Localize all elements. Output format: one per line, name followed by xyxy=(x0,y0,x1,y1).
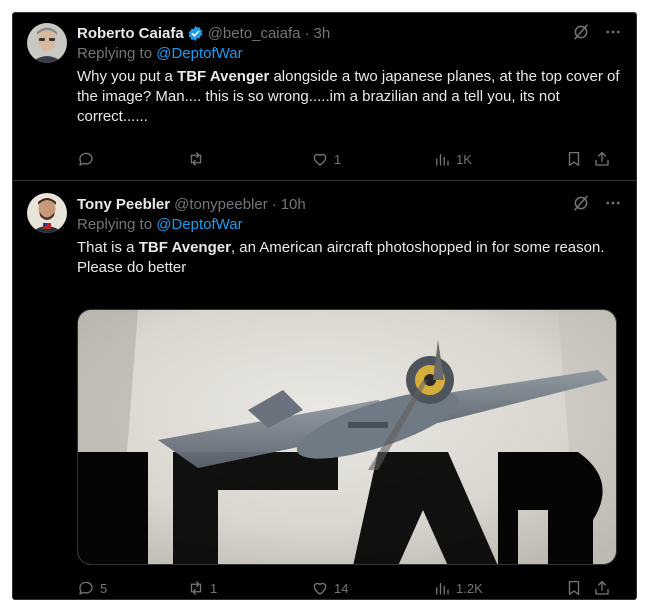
mention-link[interactable]: @DeptofWar xyxy=(156,216,242,233)
separator: · xyxy=(271,195,277,213)
heart-icon xyxy=(311,579,329,597)
heart-icon xyxy=(311,150,329,168)
author-name[interactable]: Tony Peebler xyxy=(77,196,170,213)
replying-prefix: Replying to xyxy=(77,45,153,62)
text-part: Why you put a xyxy=(77,68,178,85)
bookmark-icon xyxy=(565,579,583,597)
repost-count: 1 xyxy=(210,580,218,596)
tweet-text: That is a TBF Avenger, an American aircr… xyxy=(77,238,622,278)
share-icon xyxy=(593,150,611,168)
grok-icon[interactable] xyxy=(572,23,590,41)
avatar[interactable] xyxy=(27,193,67,233)
views-button[interactable]: 1.2K xyxy=(433,579,565,597)
verified-badge-icon xyxy=(187,25,204,42)
reply-icon xyxy=(77,150,95,168)
reply-count: 5 xyxy=(100,580,108,596)
bookmark-icon xyxy=(565,150,583,168)
views-button[interactable]: 1K xyxy=(433,150,565,168)
views-count: 1K xyxy=(456,151,472,167)
reply-tweet[interactable]: Roberto Caiafa @beto_caiafa · 3h Replyin… xyxy=(13,13,636,181)
action-bar: 5 1 14 1.2K xyxy=(77,579,624,597)
attached-image[interactable] xyxy=(77,309,617,565)
timestamp[interactable]: 10h xyxy=(281,196,306,213)
repost-icon xyxy=(187,579,205,597)
tweet-text: Why you put a TBF Avenger alongside a tw… xyxy=(77,67,622,127)
author-name[interactable]: Roberto Caiafa xyxy=(77,25,184,42)
more-icon[interactable] xyxy=(604,194,622,212)
repost-icon xyxy=(187,150,205,168)
separator: · xyxy=(304,24,310,42)
mention-link[interactable]: @DeptofWar xyxy=(156,45,242,62)
author-handle[interactable]: @tonypeebler xyxy=(174,196,268,213)
avatar[interactable] xyxy=(27,23,67,63)
views-count: 1.2K xyxy=(456,580,483,596)
views-icon xyxy=(433,150,451,168)
bookmark-button[interactable] xyxy=(565,579,593,597)
share-button[interactable] xyxy=(593,150,611,168)
text-bold: TBF Avenger xyxy=(138,239,231,256)
like-button[interactable]: 14 xyxy=(311,579,433,597)
share-icon xyxy=(593,579,611,597)
views-icon xyxy=(433,579,451,597)
reply-icon xyxy=(77,579,95,597)
bookmark-button[interactable] xyxy=(565,150,593,168)
aircraft-photo xyxy=(78,310,616,564)
timestamp[interactable]: 3h xyxy=(313,25,330,42)
replying-to: Replying to @DeptofWar xyxy=(77,45,622,65)
like-count: 1 xyxy=(334,151,342,167)
repost-button[interactable]: 1 xyxy=(187,579,311,597)
repost-button[interactable] xyxy=(187,150,311,168)
text-part: That is a xyxy=(77,239,139,256)
action-bar: 1 1K xyxy=(77,150,624,168)
text-bold: TBF Avenger xyxy=(177,68,270,85)
author-handle[interactable]: @beto_caiafa xyxy=(208,25,301,42)
like-button[interactable]: 1 xyxy=(311,150,433,168)
like-count: 14 xyxy=(334,580,349,596)
replies-panel: Roberto Caiafa @beto_caiafa · 3h Replyin… xyxy=(12,12,637,600)
reply-button[interactable] xyxy=(77,150,187,168)
more-icon[interactable] xyxy=(604,23,622,41)
reply-tweet[interactable]: Tony Peebler @tonypeebler · 10h Replying… xyxy=(13,181,636,599)
share-button[interactable] xyxy=(593,579,611,597)
grok-icon[interactable] xyxy=(572,194,590,212)
replying-to: Replying to @DeptofWar xyxy=(77,216,622,236)
reply-button[interactable]: 5 xyxy=(77,579,187,597)
replying-prefix: Replying to xyxy=(77,216,153,233)
